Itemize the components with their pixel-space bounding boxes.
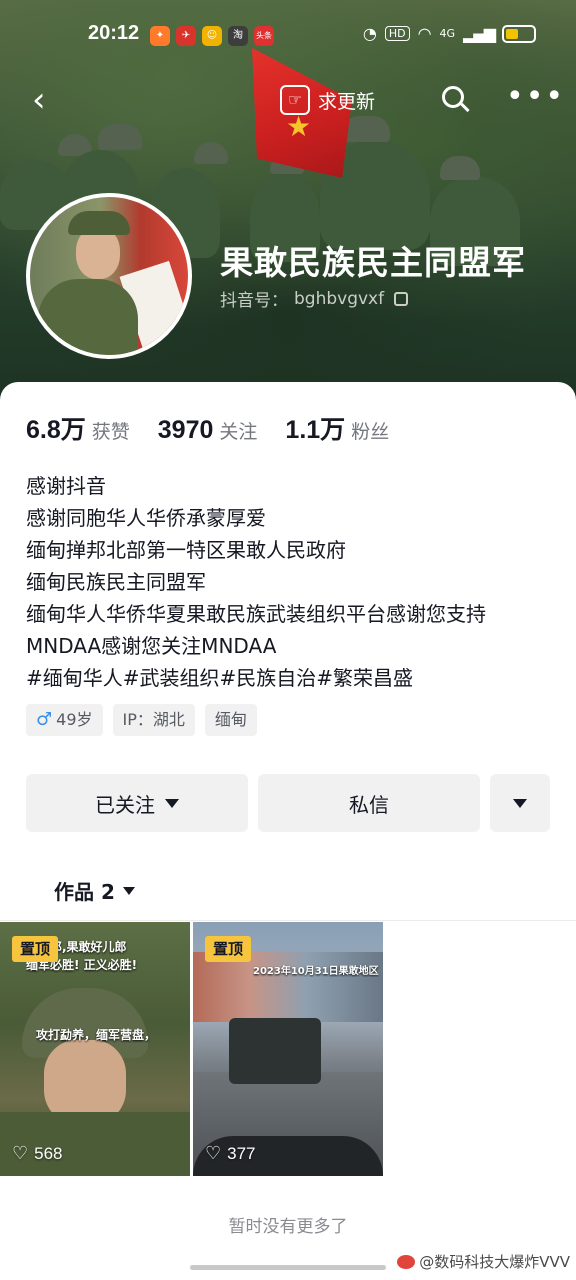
stat-label: 获赞 (91, 421, 130, 443)
alarm-icon: ◔ (362, 24, 377, 43)
notif-app-2-icon: ✈ (176, 26, 196, 46)
bio-line: 缅甸民族民主同盟军 (26, 570, 206, 594)
stat-label: 关注 (219, 421, 258, 443)
avatar[interactable] (26, 193, 192, 359)
pinned-badge: 置顶 (12, 936, 59, 962)
notif-app-3-icon: ☺ (202, 26, 222, 46)
bio-line: 缅甸掸邦北部第一特区果敢人民政府 (26, 538, 346, 562)
male-icon: ♂ (36, 709, 53, 730)
caret-down-icon (513, 798, 527, 808)
profile-id[interactable]: 抖音号： bghbvgvxf (220, 286, 409, 311)
status-time: 20:12 (88, 22, 140, 44)
no-more-content: 暂时没有更多了 (228, 1217, 348, 1237)
stat-value: 1.1万 (285, 416, 346, 444)
bg-helmet (98, 124, 142, 150)
profile-id-value: bghbvgvxf (294, 288, 385, 309)
battery-icon (502, 24, 536, 43)
profile-name: 果敢民族民主同盟军 (220, 243, 526, 282)
bg-helmet (440, 156, 480, 180)
hand-point-icon: ☞ (280, 85, 310, 115)
heart-icon: ♡ (205, 1143, 222, 1163)
stat-value: 6.8万 (26, 416, 86, 444)
likes-count: 377 (227, 1143, 256, 1163)
bio-line: MNDAA感谢您关注MNDAA (26, 634, 277, 658)
signal-4g-icon: 4G (439, 27, 456, 40)
request-update-button[interactable]: ☞ 求更新 (280, 80, 375, 120)
bg-helmet (194, 142, 228, 164)
status-indicators: ◔ HD ◠ 4G ▂▄▆ (363, 24, 536, 43)
search-button[interactable] (438, 82, 474, 118)
video-likes: ♡ 568 (12, 1143, 63, 1164)
tab-works-label: 作品 2 (54, 880, 115, 904)
bio-line: 感谢同胞华人华侨承蒙厚爱 (26, 506, 266, 530)
caret-down-icon (122, 886, 135, 895)
tag-location: 缅甸 (204, 704, 257, 736)
hd-icon: HD (384, 26, 410, 41)
profile-header: ★ 20:12 ✦ ✈ ☺ 淘头条 ◔ HD ◠ 4G ▂▄▆ ‹ ☞ 求更新 •••… (0, 0, 576, 400)
caret-down-icon (165, 798, 179, 808)
search-icon-handle (460, 102, 470, 113)
bio-hashtags[interactable]: #缅甸华人#武装组织#民族自治#繁荣昌盛 (26, 662, 556, 694)
more-button[interactable]: ••• (506, 82, 563, 118)
request-update-label: 求更新 (318, 90, 376, 113)
following-button[interactable]: 已关注 (26, 774, 248, 832)
notif-app-5-icon: 头条 (254, 26, 274, 46)
following-label: 已关注 (95, 792, 155, 817)
message-button[interactable]: 私信 (258, 774, 480, 832)
video-caption: 2023年10月31日果敢地区 (253, 966, 379, 977)
tag-age-label: 49岁 (56, 710, 93, 729)
notif-app-1-icon: ✦ (150, 26, 170, 46)
profile-card: 6.8万 获赞 3970 关注 1.1万 粉丝 感谢抖音 感谢同胞华人华侨承蒙厚… (0, 382, 576, 1280)
video-caption: 攻打勐养，缅军营盘， (36, 1028, 157, 1042)
action-buttons: 已关注 私信 (26, 774, 550, 832)
more-options-button[interactable] (490, 774, 550, 832)
stat-followers[interactable]: 1.1万 粉丝 (285, 410, 389, 446)
avatar-cap (68, 211, 130, 235)
copy-icon[interactable] (394, 291, 409, 306)
stat-likes[interactable]: 6.8万 获赞 (26, 410, 130, 446)
status-bar: 20:12 ✦ ✈ ☺ 淘头条 ◔ HD ◠ 4G ▂▄▆ (0, 22, 576, 54)
avatar-uniform (38, 279, 138, 355)
divider (0, 920, 576, 921)
wifi-icon: ◠ (417, 24, 432, 43)
watermark: @数码科技大爆炸VVV (397, 1251, 570, 1272)
video-likes: ♡ 377 (205, 1143, 256, 1164)
works-grid: 好儿郎,果敢好儿郎 缅军必胜! 正义必胜! 攻打勐养，缅军营盘， 置顶 ♡ 56… (0, 922, 383, 1176)
message-label: 私信 (349, 792, 389, 817)
bio-line: 感谢抖音 (26, 474, 106, 498)
video-thumbnail[interactable]: 2023年10月31日果敢地区 置顶 ♡ 377 (193, 922, 383, 1176)
back-button[interactable]: ‹ (32, 82, 68, 118)
bio-line: 缅甸华人华侨华夏果敢民族武装组织平台感谢您支持 (26, 602, 486, 626)
video-thumbnail[interactable]: 好儿郎,果敢好儿郎 缅军必胜! 正义必胜! 攻打勐养，缅军营盘， 置顶 ♡ 56… (0, 922, 190, 1176)
likes-count: 568 (34, 1143, 63, 1163)
heart-icon: ♡ (12, 1143, 29, 1163)
tag-ip: IP：湖北 (112, 704, 195, 736)
bio: 感谢抖音 感谢同胞华人华侨承蒙厚爱 缅甸掸邦北部第一特区果敢人民政府 缅甸民族民… (26, 470, 556, 694)
watermark-text: @数码科技大爆炸VVV (419, 1253, 570, 1271)
pinned-badge: 置顶 (205, 936, 252, 962)
thumb-truck (229, 1018, 321, 1084)
profile-id-label: 抖音号： (220, 291, 288, 311)
profile-tags: ♂ 49岁 IP：湖北 缅甸 (26, 704, 257, 736)
stat-label: 粉丝 (351, 421, 390, 443)
stats-row: 6.8万 获赞 3970 关注 1.1万 粉丝 (26, 410, 417, 446)
stat-following[interactable]: 3970 关注 (158, 416, 258, 445)
weibo-icon (397, 1254, 416, 1269)
tab-works[interactable]: 作品 2 (54, 876, 135, 905)
signal-bars-icon: ▂▄▆ (463, 24, 496, 43)
tag-age: ♂ 49岁 (26, 704, 103, 736)
home-indicator[interactable] (190, 1265, 386, 1270)
notif-app-4-icon: 淘 (228, 26, 248, 46)
notification-icons: ✦ ✈ ☺ 淘头条 (150, 26, 274, 46)
stat-value: 3970 (157, 416, 214, 444)
